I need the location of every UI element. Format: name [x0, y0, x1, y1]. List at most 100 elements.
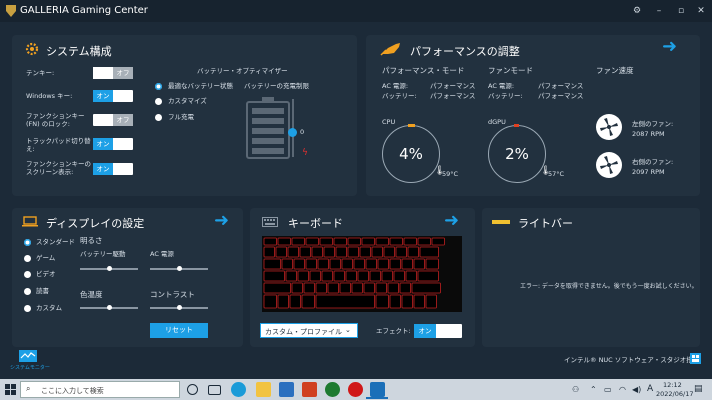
battery-tray-icon[interactable]: ▭: [604, 385, 612, 394]
keyboard-key[interactable]: [263, 270, 285, 282]
keyboard-key[interactable]: [399, 282, 411, 294]
system-monitor-label[interactable]: システムモニター: [10, 364, 50, 371]
keyboard-key[interactable]: [375, 282, 387, 294]
keyboard-key[interactable]: [291, 237, 305, 246]
keyboard-key[interactable]: [263, 237, 277, 246]
keyboard-key[interactable]: [317, 258, 329, 270]
keyboard-key[interactable]: [347, 246, 359, 258]
keyboard-key[interactable]: [263, 294, 277, 309]
charge-limit-handle[interactable]: [288, 128, 297, 137]
numpad-toggle[interactable]: オフ: [93, 67, 133, 79]
keyboard-key[interactable]: [315, 294, 375, 309]
keyboard-key[interactable]: [417, 237, 431, 246]
keyboard-key[interactable]: [431, 237, 445, 246]
trackpad-toggle[interactable]: オン: [93, 138, 133, 150]
keyboard-key[interactable]: [281, 258, 293, 270]
galleria-taskbar-icon[interactable]: [370, 382, 385, 397]
keyboard-key[interactable]: [351, 282, 363, 294]
keyboard-key[interactable]: [305, 258, 317, 270]
fn-lock-toggle[interactable]: オフ: [93, 114, 133, 126]
color-temp-slider[interactable]: [80, 305, 138, 310]
taskbar-search[interactable]: ⌕ ここに入力して検索: [20, 381, 180, 398]
keyboard-key[interactable]: [299, 246, 311, 258]
performance-arrow-icon[interactable]: ➜: [662, 36, 677, 57]
keyboard-key[interactable]: [301, 294, 315, 309]
keyboard-key[interactable]: [275, 246, 287, 258]
ime-indicator[interactable]: A: [647, 384, 653, 394]
keyboard-key[interactable]: [263, 258, 281, 270]
keyboard-key[interactable]: [347, 237, 361, 246]
windows-start-icon[interactable]: [5, 384, 16, 395]
display-mode-radio[interactable]: [24, 288, 31, 295]
keyboard-key[interactable]: [289, 294, 301, 309]
battery-option-radio[interactable]: [155, 114, 162, 121]
keyboard-key[interactable]: [277, 237, 291, 246]
keyboard-key[interactable]: [309, 270, 321, 282]
contrast-slider[interactable]: [150, 305, 208, 310]
edge-icon[interactable]: [231, 382, 246, 397]
keyboard-key[interactable]: [389, 294, 401, 309]
reset-button[interactable]: リセット: [150, 323, 208, 338]
keyboard-key[interactable]: [395, 246, 407, 258]
keyboard-key[interactable]: [341, 258, 353, 270]
xbox-icon[interactable]: [325, 382, 340, 397]
keyboard-key[interactable]: [377, 258, 389, 270]
keyboard-key[interactable]: [383, 246, 395, 258]
keyboard-key[interactable]: [329, 258, 341, 270]
keyboard-key[interactable]: [277, 294, 289, 309]
system-monitor-icon[interactable]: [19, 350, 37, 362]
display-mode-radio[interactable]: [24, 271, 31, 278]
clock-date[interactable]: 2022/06/17: [656, 390, 693, 398]
settings-gear-icon[interactable]: ⚙: [630, 4, 644, 18]
keyboard-key[interactable]: [401, 258, 413, 270]
volume-icon[interactable]: ◀): [632, 385, 641, 394]
close-button[interactable]: ✕: [694, 4, 708, 18]
keyboard-key[interactable]: [389, 258, 401, 270]
keyboard-layout[interactable]: [262, 236, 462, 312]
keyboard-key[interactable]: [389, 237, 403, 246]
keyboard-key[interactable]: [263, 246, 275, 258]
keyboard-key[interactable]: [401, 294, 413, 309]
office-icon[interactable]: [302, 382, 317, 397]
keyboard-key[interactable]: [419, 246, 439, 258]
keyboard-key[interactable]: [285, 270, 297, 282]
keyboard-key[interactable]: [333, 270, 345, 282]
keyboard-key[interactable]: [333, 237, 347, 246]
notification-icon[interactable]: ▤: [694, 384, 703, 394]
keyboard-key[interactable]: [425, 294, 437, 309]
slider-knob[interactable]: [176, 266, 182, 271]
keyboard-key[interactable]: [291, 282, 303, 294]
keyboard-key[interactable]: [375, 294, 389, 309]
fn-osd-toggle[interactable]: オン: [93, 163, 133, 175]
keyboard-key[interactable]: [323, 246, 335, 258]
display-mode-radio[interactable]: [24, 305, 31, 312]
keyboard-key[interactable]: [297, 270, 309, 282]
keyboard-key[interactable]: [369, 270, 381, 282]
cortana-icon[interactable]: [187, 384, 198, 395]
keyboard-key[interactable]: [293, 258, 305, 270]
tray-chevron-up-icon[interactable]: ⌃: [590, 385, 597, 394]
keyboard-key[interactable]: [335, 246, 347, 258]
slider-knob[interactable]: [106, 266, 112, 271]
keyboard-key[interactable]: [407, 246, 419, 258]
slider-knob[interactable]: [176, 305, 182, 310]
keyboard-key[interactable]: [393, 270, 405, 282]
battery-option-radio[interactable]: [155, 98, 162, 105]
brightness-battery-slider[interactable]: [80, 266, 138, 271]
keyboard-key[interactable]: [345, 270, 357, 282]
keyboard-key[interactable]: [411, 282, 441, 294]
slider-knob[interactable]: [106, 305, 112, 310]
keyboard-key[interactable]: [305, 237, 319, 246]
keyboard-key[interactable]: [405, 270, 417, 282]
windows-key-toggle[interactable]: オン: [93, 90, 133, 102]
effect-toggle[interactable]: オン: [414, 324, 462, 338]
keyboard-key[interactable]: [327, 282, 339, 294]
keyboard-key[interactable]: [387, 282, 399, 294]
minimize-button[interactable]: –: [652, 4, 666, 18]
display-arrow-icon[interactable]: ➜: [214, 210, 229, 231]
clock-time[interactable]: 12:12: [663, 381, 682, 389]
keyboard-key[interactable]: [375, 237, 389, 246]
keyboard-key[interactable]: [361, 237, 375, 246]
maximize-button[interactable]: ▫: [674, 4, 688, 18]
keyboard-key[interactable]: [413, 258, 425, 270]
